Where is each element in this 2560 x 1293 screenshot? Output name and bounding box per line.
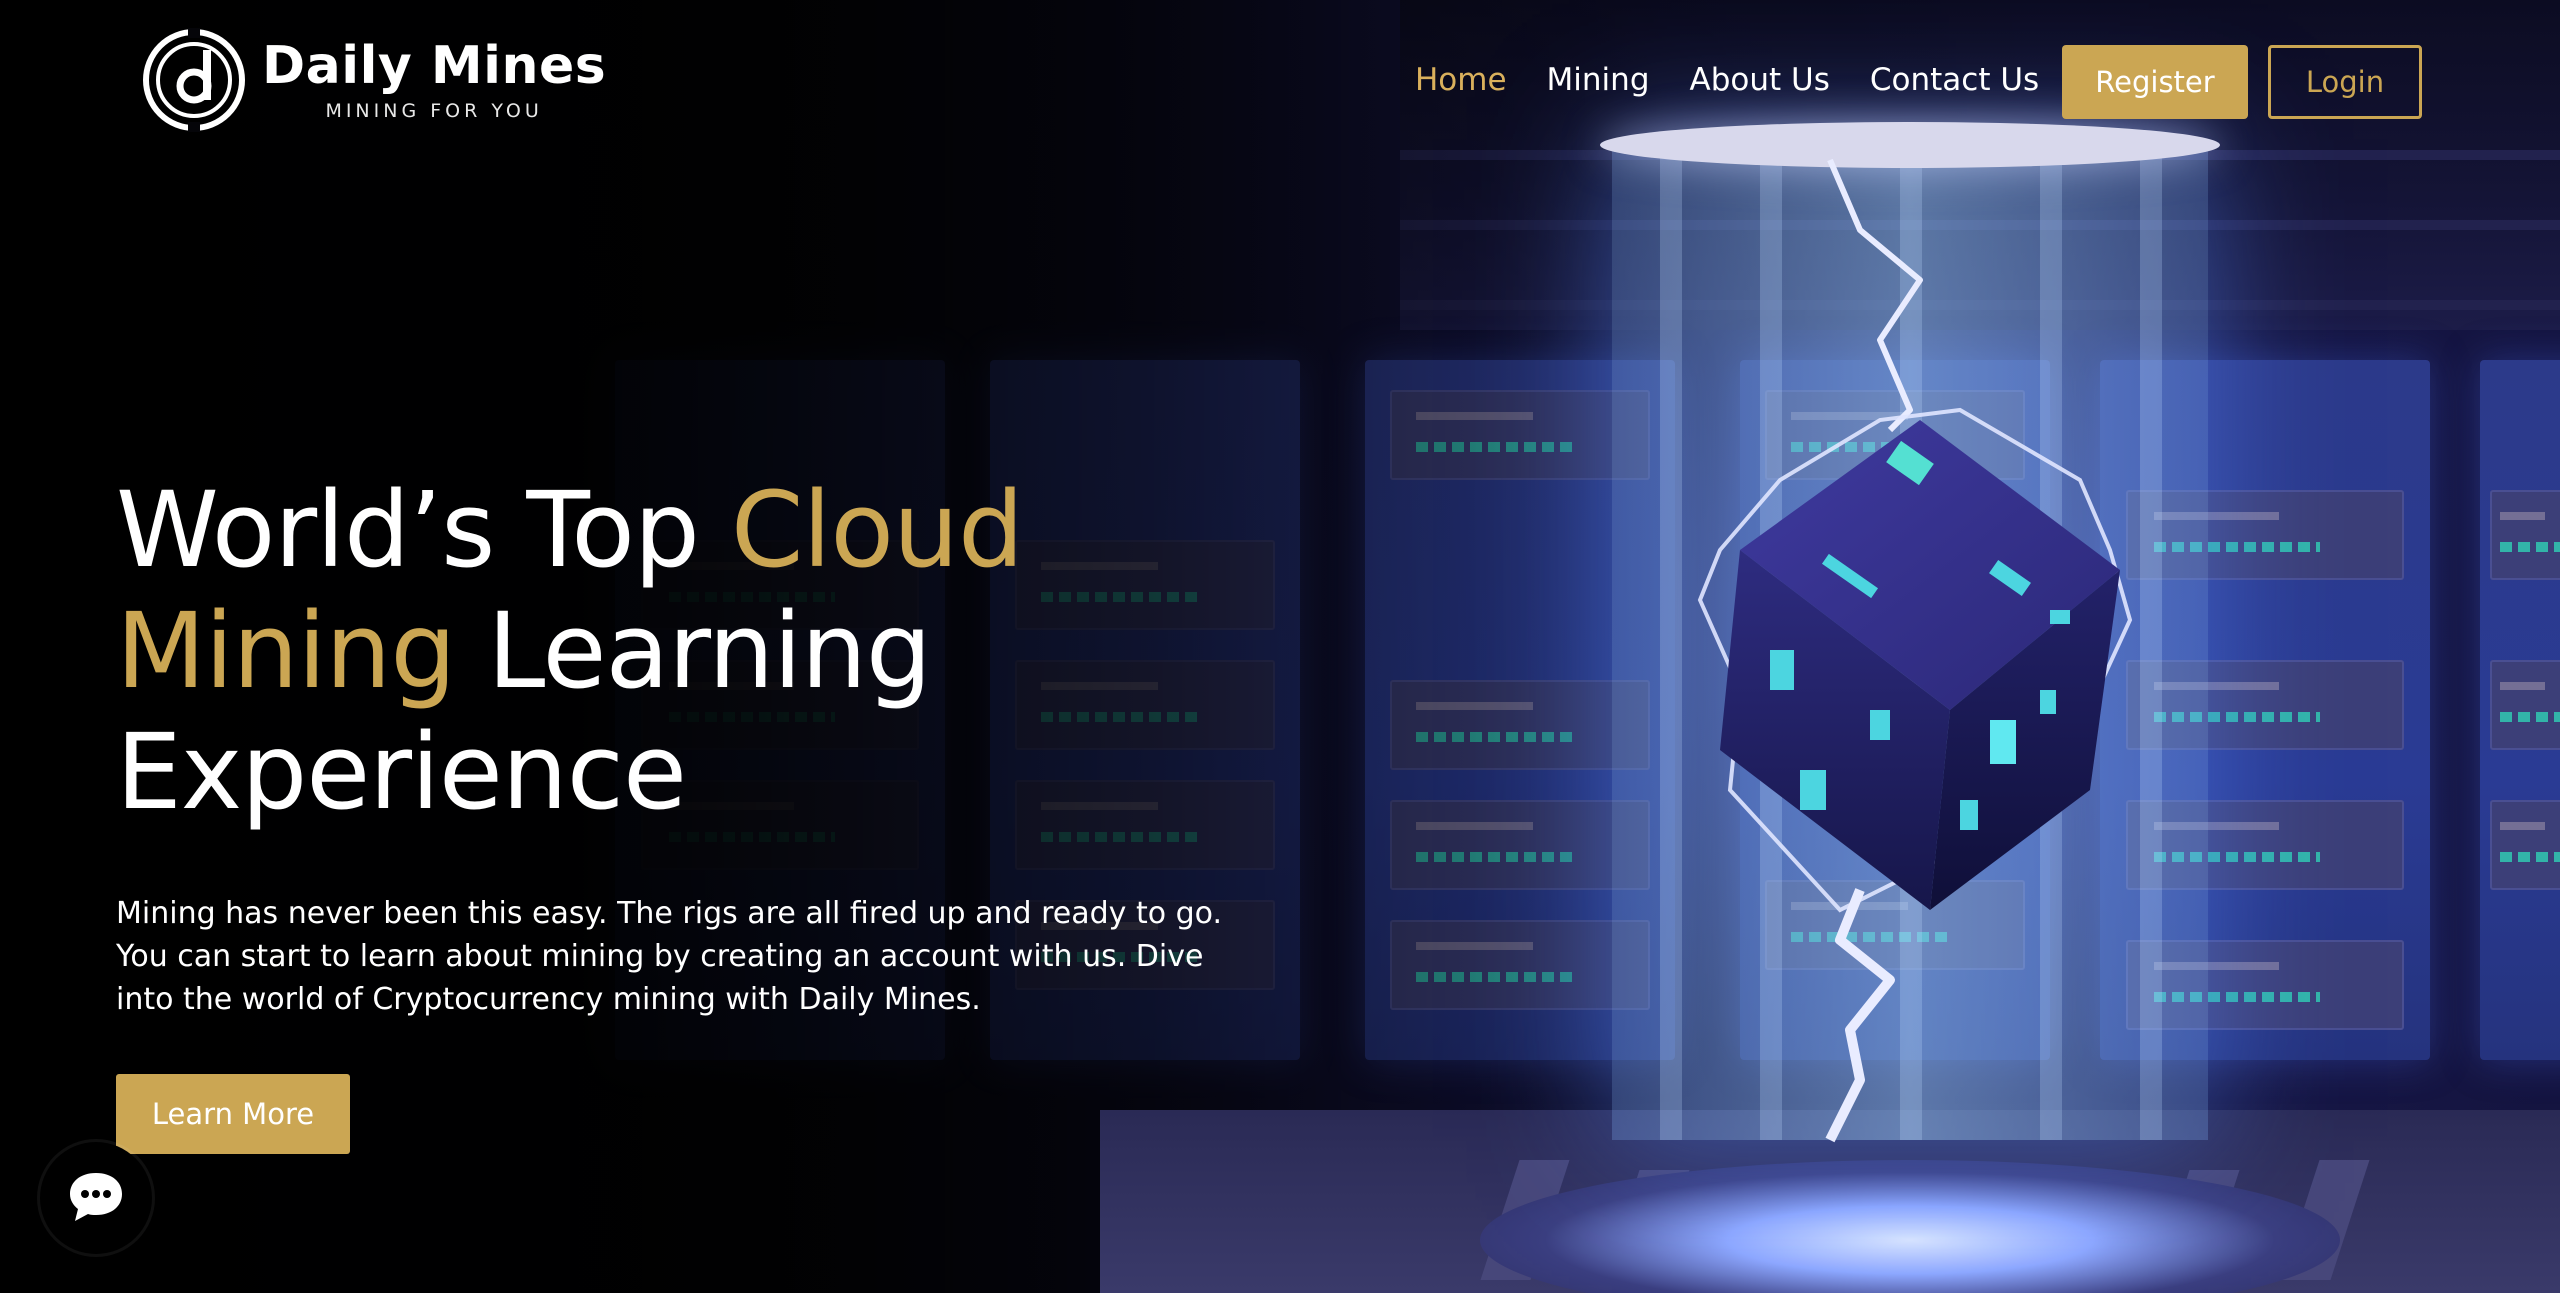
chat-bubble-icon [66,1169,126,1228]
hero-title-part2: Learning [455,590,932,712]
brand-name: Daily Mines [262,36,607,96]
main-nav: Home Mining About Us Contact Us [1415,62,2039,98]
nav-item-about-us[interactable]: About Us [1690,62,1830,98]
coin-d-logo-icon [140,26,248,134]
login-button[interactable]: Login [2268,45,2422,119]
brand-logo-link[interactable]: Daily Mines MINING FOR YOU [140,26,606,134]
hero-title: World’s Top Cloud Mining Learning Experi… [116,470,1316,833]
nav-item-mining[interactable]: Mining [1547,62,1650,98]
register-button[interactable]: Register [2062,45,2248,119]
nav-item-home[interactable]: Home [1415,62,1507,98]
learn-more-button[interactable]: Learn More [116,1074,350,1154]
hero-section: World’s Top Cloud Mining Learning Experi… [116,470,1316,1154]
glowing-cube-illustration [1697,158,2133,1143]
hero-description: Mining has never been this easy. The rig… [116,896,1223,1017]
nav-item-contact-us[interactable]: Contact Us [1870,62,2039,98]
hero-title-highlight-cloud: Cloud [730,469,1024,591]
hero-title-part3: Experience [116,711,687,833]
hero-title-part1: World’s Top [116,469,731,591]
hero-title-highlight-mining: Mining [116,590,456,712]
site-header: Daily Mines MINING FOR YOU Home Mining A… [0,0,2560,140]
chat-widget-button[interactable] [40,1142,152,1254]
brand-tagline: MINING FOR YOU [325,100,543,122]
